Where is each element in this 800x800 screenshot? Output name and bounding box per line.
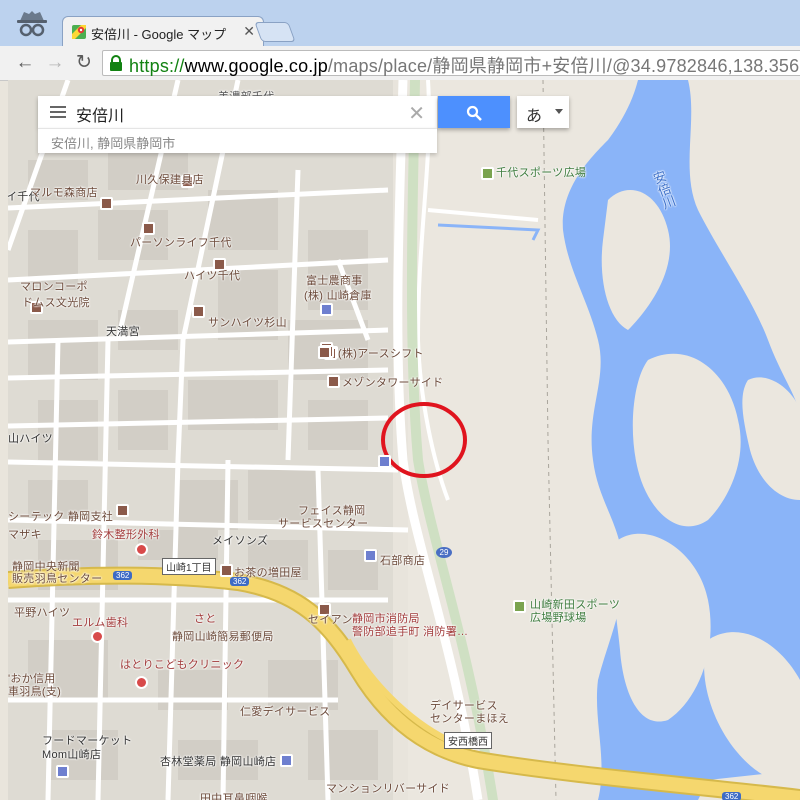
map-label: センターまほえ <box>430 713 510 725</box>
place-label-box: 山崎1丁目 <box>162 558 216 575</box>
reload-icon[interactable]: ↻ <box>73 52 95 74</box>
poi-marker[interactable] <box>100 197 113 210</box>
map-label: Mom山崎店 <box>42 749 102 761</box>
google-maps-favicon-icon <box>72 25 86 39</box>
map-label: 山ハイツ <box>8 433 53 445</box>
url-text: https://www.google.co.jp/maps/place/静岡県静… <box>129 56 800 76</box>
map-label: エルム歯科 <box>72 617 129 629</box>
map-label: (株)アースシフト <box>338 348 424 360</box>
shop-marker[interactable] <box>378 455 391 468</box>
clear-search-icon[interactable]: ✕ <box>408 101 425 126</box>
suggestion-text: 安倍川, 静岡県静岡市 <box>51 136 176 151</box>
map-label: さと <box>194 613 217 625</box>
browser-toolbar: ← → ↻ https://www.google.co.jp/maps/plac… <box>0 46 800 81</box>
map-label: はとりこどもクリニック <box>120 659 245 671</box>
map-label: ハイツ千代 <box>184 270 241 282</box>
place-label-box: 安西橋西 <box>444 732 492 749</box>
park-marker[interactable] <box>481 167 494 180</box>
incognito-icon <box>14 8 50 38</box>
map-label: 警防部追手町 消防署… <box>352 626 469 638</box>
map-label: セイアン <box>308 614 353 626</box>
address-bar[interactable]: https://www.google.co.jp/maps/place/静岡県静… <box>102 50 800 76</box>
map-label: 鈴木整形外科 <box>92 529 160 541</box>
map-label: 平野ハイツ <box>14 607 71 619</box>
poi-marker[interactable] <box>116 504 129 517</box>
hospital-marker[interactable] <box>135 543 148 556</box>
park-marker[interactable] <box>513 600 526 613</box>
poi-marker[interactable] <box>192 305 205 318</box>
map-label: 広場野球場 <box>530 612 587 624</box>
map-label: 石部商店 <box>380 555 426 567</box>
chevron-down-icon <box>555 109 563 114</box>
input-method-button[interactable]: あ <box>517 96 569 128</box>
poi-marker[interactable] <box>220 564 233 577</box>
hamburger-menu-icon[interactable] <box>50 106 66 118</box>
browser-chrome: 安倍川 - Google マップ ✕ ← → ↻ https://www.goo… <box>0 0 800 81</box>
search-box[interactable]: 安倍川 ✕ <box>38 96 437 128</box>
back-arrow-icon[interactable]: ← <box>14 52 36 74</box>
map-label: メゾンタワーサイド <box>342 377 444 389</box>
map-label: マルモ森商店 <box>30 187 98 199</box>
shop-marker[interactable] <box>56 765 69 778</box>
tab-title: 安倍川 - Google マップ <box>91 27 227 42</box>
map-label: マロンコーポ <box>20 281 88 293</box>
map-label: マザキ <box>8 529 42 541</box>
map-geometry <box>8 80 800 800</box>
input-method-label: あ <box>526 108 543 125</box>
search-button[interactable] <box>438 96 510 128</box>
map-canvas[interactable]: 美濃部千代 イ千代 川久保建具店 マルモ森商店 パーソンライフ千代 ハイツ千代 … <box>8 80 800 800</box>
forward-arrow-icon[interactable]: → <box>44 52 66 74</box>
map-label: 川久保建具店 <box>136 174 204 186</box>
map-label: シーテック 静岡支社 <box>8 511 114 523</box>
lock-icon <box>109 55 123 71</box>
poi-marker[interactable] <box>327 375 340 388</box>
route-362-shield: 362 <box>230 577 250 586</box>
map-label: 静岡山崎簡易郵便局 <box>172 631 274 643</box>
shop-marker[interactable] <box>280 754 293 767</box>
map-label: 田中耳鼻咽喉 <box>200 793 268 800</box>
map-label: 車羽鳥(支) <box>8 686 62 698</box>
route-362-shield: 362 <box>113 571 133 580</box>
search-icon <box>466 105 482 121</box>
map-label: 千代スポーツ広場 <box>496 167 587 179</box>
route-29-shield: 29 <box>436 547 452 558</box>
map-label: 富士農商事 <box>306 275 363 287</box>
tab-strip: 安倍川 - Google マップ ✕ <box>0 0 800 47</box>
map-label: メイソンズ <box>212 535 269 547</box>
route-362-shield: 362 <box>722 792 742 800</box>
shop-marker[interactable] <box>320 303 333 316</box>
map-label: 杏林堂薬局 静岡山崎店 <box>160 756 277 768</box>
map-label: サービスセンター <box>278 518 369 530</box>
search-suggestion[interactable]: 安倍川, 静岡県静岡市 <box>38 128 437 153</box>
poi-marker[interactable] <box>318 346 331 359</box>
map-label: パーソンライフ千代 <box>130 237 232 249</box>
map-label: ドムス文光院 <box>22 297 90 309</box>
hospital-marker[interactable] <box>91 630 104 643</box>
map-label: マンションリバーサイド <box>326 783 451 795</box>
map-label: サンハイツ杉山 <box>208 317 287 329</box>
tab-google-maps[interactable]: 安倍川 - Google マップ ✕ <box>62 16 264 47</box>
tab-close-icon[interactable]: ✕ <box>243 23 255 40</box>
search-input[interactable]: 安倍川 <box>76 102 124 126</box>
shop-marker[interactable] <box>364 549 377 562</box>
map-label: 天満宮 <box>106 326 140 338</box>
map-label: 仁愛デイサービス <box>240 706 331 718</box>
map-label: 販売羽鳥センター <box>12 573 103 585</box>
hospital-marker[interactable] <box>135 676 148 689</box>
new-tab-button[interactable] <box>254 22 296 42</box>
map-label: (株) 山崎倉庫 <box>304 290 372 302</box>
